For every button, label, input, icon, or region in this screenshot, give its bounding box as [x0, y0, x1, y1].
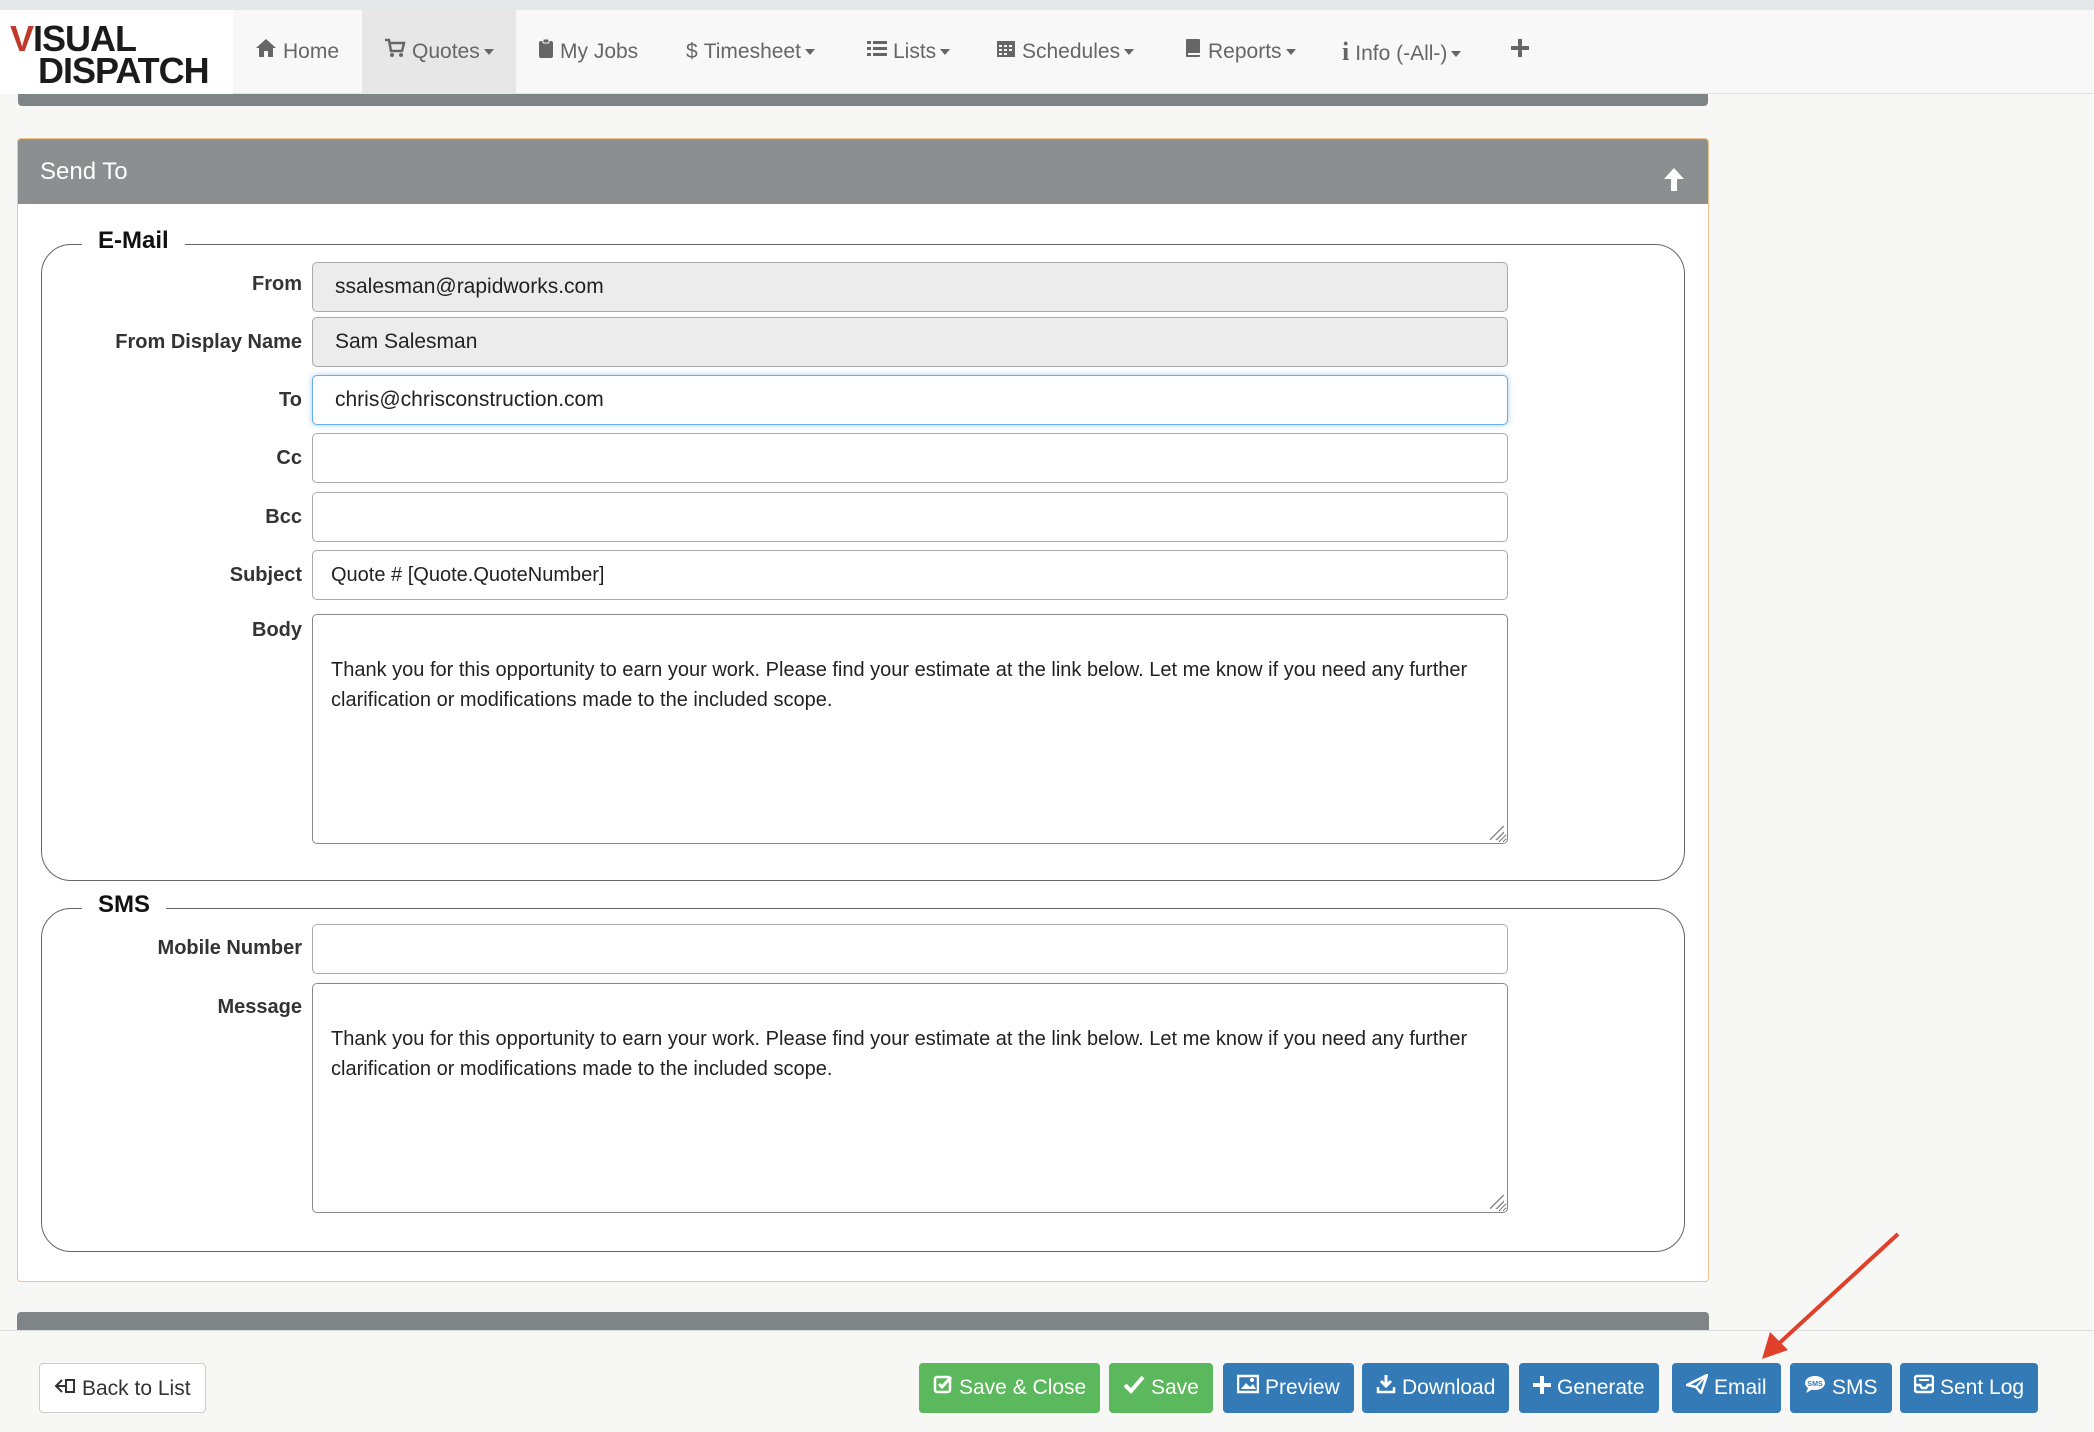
preview-label: Preview: [1265, 1376, 1340, 1399]
visual-dispatch-logo[interactable]: VISUAL DISPATCH: [0, 10, 233, 94]
to-label: To: [279, 389, 302, 411]
email-label: Email: [1714, 1376, 1767, 1399]
download-icon: [1376, 1363, 1396, 1413]
nav-myjobs-label: My Jobs: [560, 40, 639, 63]
preview-button[interactable]: Preview: [1223, 1363, 1354, 1413]
previous-panel-bottom: [18, 94, 1708, 106]
bcc-field[interactable]: [312, 492, 1508, 542]
mobile-number-label: Mobile Number: [157, 937, 302, 959]
save-label: Save: [1151, 1376, 1199, 1399]
info-icon: i: [1342, 37, 1350, 66]
nav-lists-label: Lists: [893, 40, 937, 63]
subject-field[interactable]: Quote # [Quote.QuoteNumber]: [312, 550, 1508, 600]
sms-label: SMS: [1832, 1376, 1878, 1399]
subject-label: Subject: [229, 564, 302, 586]
cc-field[interactable]: [312, 433, 1508, 483]
nav-reports[interactable]: Reports: [1162, 10, 1318, 94]
arrow-up-icon[interactable]: [1662, 155, 1686, 191]
home-icon: [255, 10, 277, 94]
chevron-down-icon: [1124, 49, 1135, 56]
plus-icon: [1533, 1363, 1551, 1413]
annotation-arrow-icon: [1762, 1232, 1900, 1359]
sent-log-button[interactable]: Sent Log: [1900, 1363, 2039, 1413]
sent-log-label: Sent Log: [1940, 1376, 2025, 1399]
nav-info[interactable]: i Info (-All-): [1320, 10, 1483, 94]
top-navbar: VISUAL DISPATCH Home Quotes My Jobs $ Tim…: [0, 10, 2094, 94]
nav-reports-label: Reports: [1208, 40, 1282, 63]
generate-button[interactable]: Generate: [1519, 1363, 1659, 1413]
nav-schedules-label: Schedules: [1022, 40, 1121, 63]
body-textarea[interactable]: Thank you for this opportunity to earn y…: [312, 614, 1508, 844]
chat-icon: SMS: [1804, 1363, 1826, 1413]
email-legend: E-Mail: [82, 227, 185, 255]
chevron-down-icon: [940, 49, 951, 56]
logo-v: V: [10, 18, 34, 59]
nav-timesheet[interactable]: $ Timesheet: [664, 10, 837, 94]
nav-home[interactable]: Home: [233, 10, 361, 94]
back-to-list-button[interactable]: Back to List: [39, 1363, 206, 1413]
list-icon: [867, 10, 887, 94]
body-label: Body: [252, 619, 302, 641]
book-icon: [1184, 10, 1202, 94]
save-button[interactable]: Save: [1109, 1363, 1213, 1413]
back-to-list-label: Back to List: [82, 1377, 191, 1400]
mobile-number-field[interactable]: [312, 924, 1508, 974]
message-textarea[interactable]: Thank you for this opportunity to earn y…: [312, 983, 1508, 1213]
chevron-down-icon: [1451, 51, 1462, 58]
to-field[interactable]: chris@chrisconstruction.com: [312, 375, 1508, 425]
picture-icon: [1236, 1363, 1260, 1413]
email-fieldset: E-Mail From ssalesman@rapidworks.com Fro…: [41, 227, 1685, 881]
cart-icon: [384, 10, 406, 94]
download-button[interactable]: Download: [1362, 1363, 1510, 1413]
cc-label: Cc: [276, 447, 302, 469]
generate-label: Generate: [1557, 1376, 1645, 1399]
send-to-header[interactable]: Send To: [18, 139, 1708, 204]
next-panel-top: [17, 1312, 1709, 1330]
send-icon: [1683, 1363, 1710, 1413]
calendar-icon: [996, 10, 1016, 94]
nav-schedules[interactable]: Schedules: [974, 10, 1156, 94]
nav-add[interactable]: [1488, 10, 1558, 94]
from-field[interactable]: ssalesman@rapidworks.com: [312, 262, 1508, 312]
nav-quotes[interactable]: Quotes: [362, 10, 516, 94]
back-icon: [54, 1364, 76, 1414]
check-icon: [1123, 1363, 1145, 1413]
send-to-panel: Send To E-Mail From ssalesman@rapidworks…: [17, 138, 1709, 1282]
download-label: Download: [1402, 1376, 1496, 1399]
plus-icon: [1510, 10, 1530, 94]
nav-quotes-label: Quotes: [412, 40, 480, 63]
save-and-close-label: Save & Close: [959, 1376, 1087, 1399]
resize-grip-icon[interactable]: [1490, 1195, 1504, 1209]
bcc-label: Bcc: [265, 506, 302, 528]
nav-myjobs[interactable]: My Jobs: [516, 10, 660, 94]
message-label: Message: [217, 996, 303, 1018]
sms-fieldset: SMS Mobile Number Message Thank you for …: [41, 891, 1685, 1252]
inbox-icon: [1913, 1363, 1935, 1413]
check-square-icon: [933, 1363, 953, 1413]
from-label: From: [252, 273, 302, 295]
sms-legend: SMS: [82, 891, 167, 919]
dollar-icon: $: [686, 40, 698, 63]
chevron-down-icon: [804, 49, 815, 56]
body-text: Thank you for this opportunity to earn y…: [331, 659, 1468, 711]
save-and-close-button[interactable]: Save & Close: [919, 1363, 1101, 1413]
clipboard-icon: [538, 10, 554, 94]
resize-grip-icon[interactable]: [1490, 826, 1504, 840]
chevron-down-icon: [483, 49, 494, 56]
nav-timesheet-label: Timesheet: [703, 40, 801, 63]
message-text: Thank you for this opportunity to earn y…: [331, 1028, 1468, 1080]
panel-title: Send To: [40, 158, 128, 185]
email-button[interactable]: Email: [1672, 1363, 1781, 1413]
logo-line2: DISPATCH: [38, 50, 210, 91]
nav-home-label: Home: [283, 40, 340, 63]
chevron-down-icon: [1285, 49, 1296, 56]
sms-button[interactable]: SMS SMS: [1790, 1363, 1892, 1413]
svg-text:SMS: SMS: [1807, 1381, 1823, 1388]
from-display-name-label: From Display Name: [115, 331, 302, 353]
nav-info-label: Info (-All-): [1355, 42, 1448, 65]
nav-lists[interactable]: Lists: [845, 10, 972, 94]
browser-top-strip: [0, 0, 2094, 10]
from-display-name-field[interactable]: Sam Salesman: [312, 317, 1508, 367]
